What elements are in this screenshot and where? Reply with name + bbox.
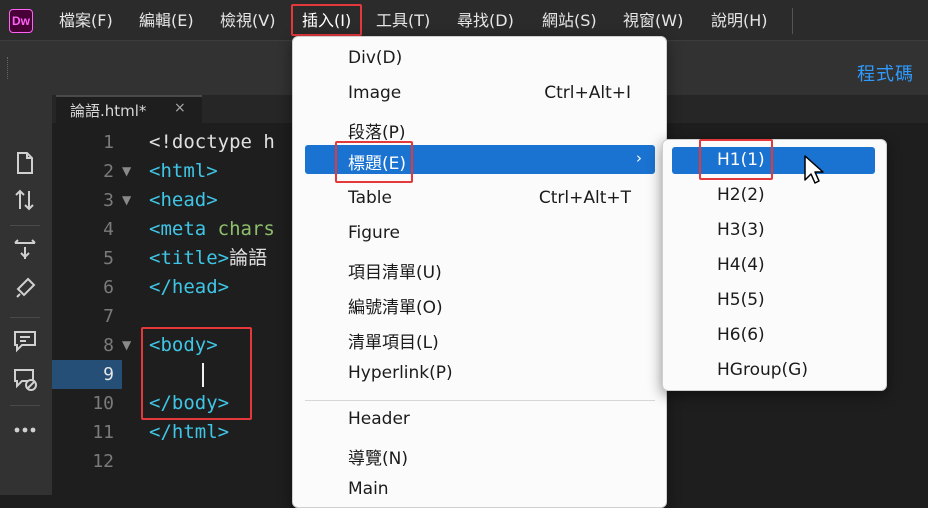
heading-item-highlight-box bbox=[335, 141, 413, 183]
menu-item-list-item[interactable]: 清單項目(L) bbox=[293, 322, 666, 356]
menu-item-div[interactable]: Div(D) bbox=[293, 42, 666, 76]
menu-item-label: Main bbox=[348, 479, 389, 499]
file-icon[interactable] bbox=[12, 150, 38, 176]
menu-item-label: Div(D) bbox=[348, 48, 403, 68]
line-number: 6 bbox=[103, 277, 114, 298]
menu-item-label: 導覽(N) bbox=[348, 449, 408, 469]
body-tag-highlight-box bbox=[141, 327, 252, 420]
menu-item-nav[interactable]: 導覽(N) bbox=[293, 438, 666, 472]
close-icon[interactable]: × bbox=[174, 100, 186, 116]
sort-arrows-icon[interactable] bbox=[12, 187, 38, 213]
code-text: <!doctype h bbox=[149, 131, 275, 153]
line-number: 3 bbox=[103, 190, 114, 211]
line-number: 12 bbox=[92, 451, 114, 472]
menu-item-unordered-list[interactable]: 項目清單(U) bbox=[293, 252, 666, 286]
comment-icon[interactable] bbox=[12, 328, 38, 354]
line-number: 1 bbox=[103, 132, 114, 153]
menu-item-ordered-list[interactable]: 編號清單(O) bbox=[293, 287, 666, 321]
line-number: 11 bbox=[92, 422, 114, 443]
heading-submenu: H1(1) H2(2) H3(3) H4(4) H5(5) H6(6) HGro… bbox=[662, 139, 887, 391]
submenu-item-hgroup[interactable]: HGroup(G) bbox=[717, 360, 808, 380]
menu-item-label: Figure bbox=[348, 223, 400, 243]
code-tag: <meta bbox=[149, 218, 207, 240]
left-sidebar bbox=[0, 95, 53, 495]
line-number: 9 bbox=[103, 364, 114, 385]
line-number: 4 bbox=[103, 219, 114, 240]
menu-item-shortcut: Ctrl+Alt+T bbox=[538, 188, 631, 208]
code-text: <meta chars bbox=[149, 215, 275, 244]
menu-divider bbox=[305, 400, 655, 401]
sidebar-divider bbox=[10, 317, 40, 318]
code-text: <html> bbox=[149, 160, 218, 182]
insert-menu-highlight-box bbox=[291, 4, 362, 36]
code-text: <title>論語 bbox=[149, 244, 267, 273]
mouse-cursor-icon bbox=[804, 155, 824, 184]
insert-dropdown-menu: Div(D) Image Ctrl+Alt+I 段落(P) 標題(E) › Ta… bbox=[292, 36, 667, 508]
menu-window[interactable]: 視窗(W) bbox=[623, 8, 683, 34]
code-text: </html> bbox=[149, 421, 230, 443]
menu-find[interactable]: 尋找(D) bbox=[457, 8, 514, 34]
menu-item-label: 項目清單(U) bbox=[348, 263, 442, 283]
fold-arrow-icon[interactable]: ▼ bbox=[122, 331, 131, 360]
line-number: 8 bbox=[103, 335, 114, 356]
sidebar-divider bbox=[10, 225, 40, 226]
active-line-gutter: 9 bbox=[52, 360, 122, 389]
menu-item-shortcut: Ctrl+Alt+I bbox=[544, 83, 631, 103]
fold-arrow-icon[interactable]: ▼ bbox=[122, 157, 131, 186]
expand-icon[interactable] bbox=[12, 237, 38, 263]
document-tab[interactable]: 論語.html* × bbox=[56, 95, 202, 123]
menu-item-hyperlink[interactable]: Hyperlink(P) bbox=[293, 357, 666, 391]
menu-divider bbox=[792, 8, 793, 34]
submenu-item-h3[interactable]: H3(3) bbox=[717, 220, 765, 240]
code-text: </head> bbox=[149, 276, 230, 298]
code-text: <head> bbox=[149, 189, 218, 211]
dreamweaver-logo: Dw bbox=[9, 9, 33, 33]
menu-item-label: 編號清單(O) bbox=[348, 298, 443, 318]
submenu-item-h2[interactable]: H2(2) bbox=[717, 185, 765, 205]
menu-item-header[interactable]: Header bbox=[293, 403, 666, 437]
sidebar-divider bbox=[10, 405, 40, 406]
menu-item-image[interactable]: Image Ctrl+Alt+I bbox=[293, 77, 666, 111]
menu-edit[interactable]: 編輯(E) bbox=[139, 8, 194, 34]
menu-item-figure[interactable]: Figure bbox=[293, 217, 666, 251]
menu-item-label: 清單項目(L) bbox=[348, 333, 439, 353]
menu-item-table[interactable]: Table Ctrl+Alt+T bbox=[293, 182, 666, 216]
menu-bar: Dw 檔案(F) 編輯(E) 檢視(V) 插入(I) 工具(T) 尋找(D) 網… bbox=[0, 0, 928, 40]
more-icon[interactable] bbox=[12, 417, 38, 443]
menu-tools[interactable]: 工具(T) bbox=[376, 8, 430, 34]
menu-item-label: Hyperlink(P) bbox=[348, 363, 453, 383]
menu-item-main[interactable]: Main bbox=[293, 473, 666, 507]
menu-file[interactable]: 檔案(F) bbox=[59, 8, 113, 34]
submenu-item-h4[interactable]: H4(4) bbox=[717, 255, 765, 275]
line-number: 2 bbox=[103, 161, 114, 182]
fold-arrow-icon[interactable]: ▼ bbox=[122, 186, 131, 215]
chevron-right-icon: › bbox=[636, 149, 642, 167]
code-tag: <title> bbox=[149, 247, 230, 269]
tab-title: 論語.html* bbox=[70, 102, 147, 120]
code-hint-icon[interactable] bbox=[12, 275, 38, 301]
menu-help[interactable]: 說明(H) bbox=[711, 8, 768, 34]
code-view-button[interactable]: 程式碼 bbox=[857, 60, 914, 86]
submenu-item-h6[interactable]: H6(6) bbox=[717, 325, 765, 345]
menu-item-label: Table bbox=[348, 188, 392, 208]
line-number: 10 bbox=[92, 393, 114, 414]
menu-item-label: Header bbox=[348, 409, 410, 429]
h1-item-highlight-box bbox=[699, 139, 773, 180]
menu-item-label: 段落(P) bbox=[348, 123, 406, 143]
line-number: 7 bbox=[103, 306, 114, 327]
submenu-item-h5[interactable]: H5(5) bbox=[717, 290, 765, 310]
menu-site[interactable]: 網站(S) bbox=[542, 8, 597, 34]
toolbar-grip[interactable] bbox=[7, 57, 11, 79]
line-number: 5 bbox=[103, 248, 114, 269]
menu-item-label: Image bbox=[348, 83, 402, 103]
menu-view[interactable]: 檢視(V) bbox=[220, 8, 275, 34]
code-content: 論語 bbox=[229, 247, 268, 269]
remove-comment-icon[interactable] bbox=[12, 366, 38, 392]
code-attr: chars bbox=[206, 218, 275, 240]
